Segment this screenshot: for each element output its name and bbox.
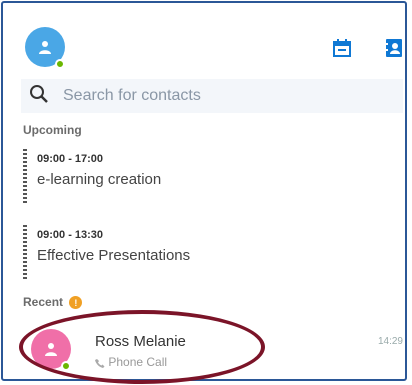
event-marker xyxy=(23,225,27,281)
event-title: e-learning creation xyxy=(37,171,162,188)
notification-badge: ! xyxy=(69,296,83,310)
contact-name: Ross Melanie xyxy=(95,333,186,350)
recent-heading-label: Recent xyxy=(23,295,64,309)
activity-label: Phone Call xyxy=(108,355,168,369)
upcoming-heading: Upcoming xyxy=(23,123,82,137)
search-input[interactable] xyxy=(61,86,365,106)
event-marker xyxy=(23,149,27,205)
contact-avatar xyxy=(31,329,75,373)
presence-indicator xyxy=(61,361,71,371)
search-icon xyxy=(29,84,49,109)
recent-heading: Recent ! xyxy=(23,295,83,310)
my-avatar[interactable] xyxy=(25,27,69,71)
search-bar[interactable] xyxy=(21,79,403,113)
presence-indicator xyxy=(55,59,65,69)
event-title: Effective Presentations xyxy=(37,247,191,264)
event-time: 09:00 - 17:00 xyxy=(37,153,104,165)
app-window: Upcoming 09:00 - 17:00 e-learning creati… xyxy=(1,1,407,384)
event-time: 09:00 - 13:30 xyxy=(37,229,104,241)
contacts-book-icon[interactable] xyxy=(383,37,405,59)
calendar-icon[interactable] xyxy=(331,37,353,59)
contact-activity: Phone Call xyxy=(95,355,167,369)
recent-contact-item[interactable]: Ross Melanie Phone Call 14:29 xyxy=(23,321,403,375)
contact-time: 14:29 xyxy=(377,336,403,347)
phone-icon xyxy=(95,355,108,369)
